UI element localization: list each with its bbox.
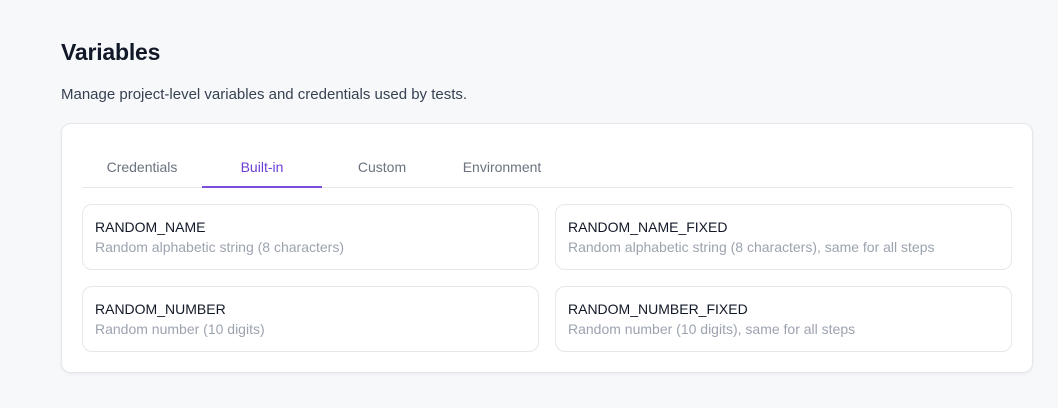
variable-name: RANDOM_NUMBER [95, 301, 226, 317]
page-subtitle: Manage project-level variables and crede… [61, 86, 468, 103]
tab-credentials[interactable]: Credentials [82, 147, 202, 188]
variable-description: Random number (10 digits) [95, 321, 265, 337]
tab-custom[interactable]: Custom [322, 147, 442, 188]
variable-name: RANDOM_NAME_FIXED [568, 219, 728, 235]
tab-bar: Credentials Built-in Custom Environment [82, 147, 1013, 188]
variable-description: Random alphabetic string (8 characters) [95, 239, 345, 255]
page-title: Variables [61, 39, 161, 65]
variables-page: Variables Manage project-level variables… [0, 0, 1058, 408]
tab-environment[interactable]: Environment [442, 147, 562, 188]
variables-card: Credentials Built-in Custom Environment … [61, 123, 1033, 373]
tab-built-in[interactable]: Built-in [202, 147, 322, 188]
variable-card-random-number: RANDOM_NUMBER Random number (10 digits) [82, 286, 539, 352]
variable-description: Random number (10 digits), same for all … [568, 321, 856, 337]
variable-description: Random alphabetic string (8 characters),… [568, 239, 935, 255]
variable-card-random-name: RANDOM_NAME Random alphabetic string (8 … [82, 204, 539, 270]
variable-name: RANDOM_NUMBER_FIXED [568, 301, 748, 317]
variable-name: RANDOM_NAME [95, 219, 206, 235]
variable-card-random-number-fixed: RANDOM_NUMBER_FIXED Random number (10 di… [555, 286, 1012, 352]
variable-card-random-name-fixed: RANDOM_NAME_FIXED Random alphabetic stri… [555, 204, 1012, 270]
